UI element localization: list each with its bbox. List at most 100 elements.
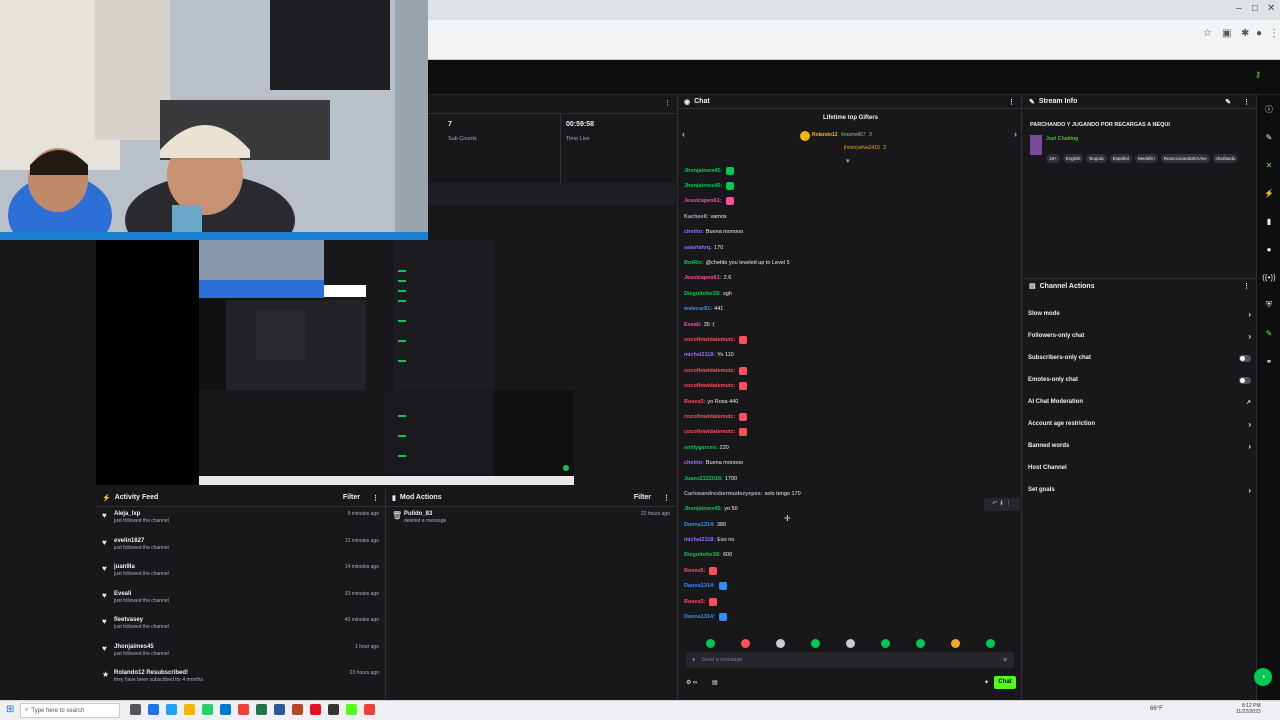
broadcast-icon[interactable]: ((•)) <box>1257 263 1280 291</box>
chevron-right-icon[interactable]: › <box>1248 442 1251 451</box>
chat-message[interactable]: Danna1314: 380 <box>678 517 1023 532</box>
chat-username[interactable]: Danna1314: <box>684 583 715 589</box>
chat-message[interactable]: Jessicapeo61: <box>678 194 1023 209</box>
chat-message[interactable]: Jessicapeo61: 2.6 <box>678 271 1023 286</box>
mod-action-user[interactable]: Pulido_83 <box>404 511 446 517</box>
activity-user[interactable]: juan9la <box>114 564 169 570</box>
chat-username[interactable]: BotRix: <box>684 260 704 266</box>
chat-username[interactable]: walecar81: <box>684 306 712 312</box>
chat-username[interactable]: Danna1314: <box>684 522 715 528</box>
stream-tag[interactable]: English <box>1062 154 1084 163</box>
chat-message[interactable]: emilygarces: 220 <box>678 440 1023 455</box>
channel-action-row[interactable]: Account age restriction › <box>1023 413 1256 435</box>
minimize-icon[interactable]: – <box>1236 3 1242 14</box>
channel-action-row[interactable]: Subscribers-only chat <box>1023 347 1256 369</box>
stream-tag[interactable]: 18+ <box>1046 154 1060 163</box>
pen-icon[interactable]: ✎ <box>1257 123 1280 151</box>
chat-message[interactable]: michel2118: Eso no <box>678 532 1023 547</box>
chat-username[interactable]: emilygarces: <box>684 445 718 451</box>
support-chat-icon[interactable]: ◔ <box>1254 668 1272 686</box>
kick-icon[interactable] <box>346 704 357 715</box>
gifters-prev-icon[interactable]: ‹ <box>682 129 685 139</box>
chat-message[interactable]: BotRix: @chetito you leveled up to Level … <box>678 255 1023 270</box>
stream-tag[interactable]: ReaccionandoEnVivo <box>1160 154 1210 163</box>
whatsapp-icon[interactable] <box>202 704 213 715</box>
emoji-icon[interactable]: ☺ <box>1002 657 1008 663</box>
channel-action-row[interactable]: Slow mode › <box>1023 303 1256 325</box>
word-icon[interactable] <box>274 704 285 715</box>
activity-user[interactable]: Jhonjaimes45 <box>114 644 169 650</box>
chat-username[interactable]: Jessicapeo61: <box>684 198 722 204</box>
chevron-right-icon[interactable]: › <box>1248 420 1251 429</box>
chat-message[interactable]: valeriahrq: 170 <box>678 240 1023 255</box>
chat-username[interactable]: cocofiowidatemutz: <box>684 368 735 374</box>
media-icon[interactable] <box>310 704 321 715</box>
chat-username[interactable]: valeriahrq: <box>684 245 712 251</box>
stream-info-menu-icon[interactable]: ⋮ <box>1243 98 1250 106</box>
bolt-icon[interactable]: ⚡ <box>1257 179 1280 207</box>
chat-username[interactable]: Eveali: <box>684 322 702 328</box>
chat-username[interactable]: Danna1314: <box>684 614 715 620</box>
chat-message[interactable]: Dieguitofer28: 600 <box>678 548 1023 563</box>
message-actions[interactable]: ↶ ⬇ ⋮ <box>984 498 1020 511</box>
stream-tag[interactable]: Español <box>1109 154 1132 163</box>
close-panel-icon[interactable]: ✕ <box>1257 151 1280 179</box>
wrench-icon[interactable]: ✎ <box>1257 319 1280 347</box>
chat-message[interactable]: Kacheell: vamos <box>678 209 1023 224</box>
chat-message[interactable]: chetito: Buena monooo <box>678 455 1023 470</box>
chat-message[interactable]: chetito: Buena monooo <box>678 225 1023 240</box>
chat-username[interactable]: chetito: <box>684 460 704 466</box>
chat-input[interactable]: ● Send a message ☺ <box>686 652 1014 668</box>
chat-rules-icon[interactable]: ▤ <box>712 679 718 686</box>
toggle-switch[interactable] <box>1239 354 1251 362</box>
chat-message[interactable]: michel2118: Yo 110 <box>678 348 1023 363</box>
activity-filter-button[interactable]: Filter <box>343 494 360 501</box>
chat-username[interactable]: Kacheell: <box>684 214 708 220</box>
chat-message[interactable]: cocofiowidatemutz: <box>678 332 1023 347</box>
chat-message[interactable]: cocofiowidatemutz: <box>678 378 1023 393</box>
chat-message[interactable]: Roses5: yo Rosa 440 <box>678 394 1023 409</box>
chat-username[interactable]: chetito: <box>684 229 704 235</box>
chat-username[interactable]: cocofiowidatemutz: <box>684 429 735 435</box>
chat-message[interactable]: Danna1314: <box>678 579 1023 594</box>
start-icon[interactable]: ⊞ <box>6 704 14 715</box>
activity-menu-icon[interactable]: ⋮ <box>372 494 379 502</box>
info-icon[interactable]: ⓘ <box>1257 95 1280 123</box>
chat-message[interactable]: cocofiowidatemutz: <box>678 363 1023 378</box>
powerpoint-icon[interactable] <box>292 704 303 715</box>
chrome-icon[interactable] <box>238 704 249 715</box>
chevron-right-icon[interactable]: › <box>1248 310 1251 319</box>
extensions-icon[interactable]: ✱ <box>1241 28 1249 39</box>
stream-tag[interactable]: Bogotá <box>1086 154 1107 163</box>
chat-username[interactable]: Roses5: <box>684 599 705 605</box>
chat-message[interactable]: cocofiowidatemutz: <box>678 425 1023 440</box>
mail-icon[interactable] <box>220 704 231 715</box>
chat-message[interactable]: walecar81: 441 <box>678 302 1023 317</box>
tab-icon[interactable]: ▣ <box>1222 28 1231 39</box>
profile-icon[interactable]: ● <box>1256 28 1262 39</box>
chat-message[interactable]: Danna1314: <box>678 609 1023 624</box>
chat-message[interactable]: Jhonjaimes45: yo 50 <box>678 502 1023 517</box>
chat-username[interactable]: Roses5: <box>684 568 705 574</box>
channel-action-row[interactable]: Followers-only chat › <box>1023 325 1256 347</box>
chat-username[interactable]: cocofiowidatemutz: <box>684 383 735 389</box>
folder-icon[interactable] <box>184 704 195 715</box>
chat-username[interactable]: cocofiowidatemutz: <box>684 337 735 343</box>
key-icon[interactable]: ⚷ <box>1255 70 1261 79</box>
activity-user[interactable]: Eveali <box>114 591 169 597</box>
chat-message[interactable]: Jhonjaimes45: <box>678 178 1023 193</box>
task-view-icon[interactable] <box>130 704 141 715</box>
clock[interactable]: 8:12 PM 11/22/2023 <box>1236 703 1261 715</box>
chat-message[interactable]: Jhonjaimes45: <box>678 163 1023 178</box>
mod-filter-button[interactable]: Filter <box>634 494 651 501</box>
activity-user[interactable]: Rolando12 Resubscribed! <box>114 670 203 676</box>
chat-username[interactable]: Carlosandresbermudezyepes: <box>684 491 763 497</box>
chat-username[interactable]: Jhonjaimes45: <box>684 183 722 189</box>
app-icon[interactable] <box>328 704 339 715</box>
channel-actions-menu-icon[interactable]: ⋮ <box>1243 282 1250 290</box>
chat-username[interactable]: Jessicapeo61: <box>684 275 722 281</box>
channel-action-row[interactable]: Host Channel <box>1023 457 1256 479</box>
weather[interactable]: 66°F <box>1150 706 1163 712</box>
chevron-right-icon[interactable]: › <box>1248 332 1251 341</box>
chat-message[interactable]: Roses5: <box>678 594 1023 609</box>
